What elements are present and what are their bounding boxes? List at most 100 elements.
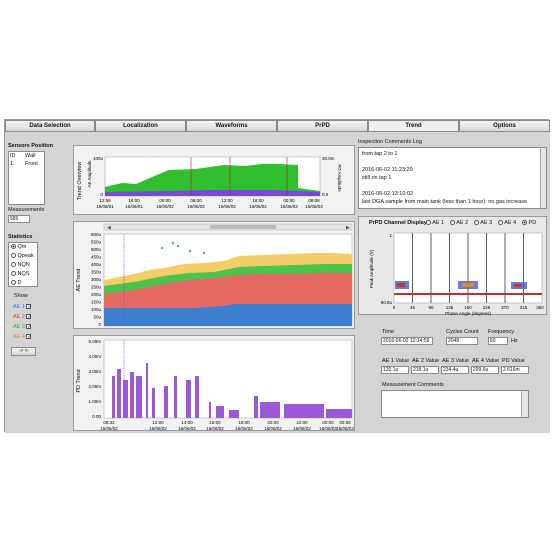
pd-bar-4 [130, 372, 134, 418]
show-ae3[interactable]: AE 3 ✓ [13, 324, 32, 330]
prpd-cluster-1-core [397, 283, 405, 287]
overview-right-tick-top: 30.0m [322, 156, 335, 161]
log-line-5: 2016-06-02 13:10:02 [362, 191, 414, 197]
prpd-chart[interactable]: Peak Amplitude (V) 1 90.8u 0 45 90 135 1… [359, 227, 548, 316]
ae-peak-3 [176, 244, 180, 248]
measurements-label: Measurements [8, 207, 45, 213]
radio-qpeak[interactable] [11, 253, 16, 259]
prpd-opt-pd-label: PD [528, 220, 537, 226]
zoom-nav-button[interactable]: -> <- [11, 347, 36, 356]
pd-ytick-4: 1.00m [88, 399, 101, 404]
radio-nqs[interactable] [11, 271, 16, 277]
radio-d[interactable] [11, 280, 16, 286]
checkbox-ae1[interactable]: ✓ [26, 304, 32, 310]
pd-x-tick-2-date: 16/06/02 [178, 426, 196, 431]
prpd-xtick-4: 180 [464, 305, 472, 310]
stat-label-nqs: NQS [17, 271, 30, 277]
show-ae1[interactable]: AE 1 ✓ [13, 304, 32, 310]
ae1-value-label: AE 1 Value [382, 358, 410, 364]
show-label: Show [14, 293, 28, 299]
log-line-3: still on tap 1 [362, 175, 392, 181]
overview-ylabel: Trend Overview [77, 162, 83, 201]
prpd-opt-ae1[interactable]: AE 1 [426, 220, 444, 226]
stat-option-qm[interactable]: Qm [11, 244, 26, 250]
pd-trend-panel: PD Trend 5.00m 4.00m 3.00m 2.00m 1.00m 0… [73, 335, 355, 431]
pd-x-tick-0-date: 16/06/02 [100, 426, 118, 431]
scroll-left-arrow-icon[interactable]: ◀ [107, 225, 111, 231]
comments-log-title: Inspection Comments Log [358, 139, 422, 145]
ae3-value-label: AE 3 Value [442, 358, 470, 364]
radio-qm[interactable] [11, 244, 16, 250]
stat-label-qpeak: Qpeak [17, 253, 34, 259]
checkbox-ae4[interactable]: ✓ [26, 334, 32, 340]
tab-prpd[interactable]: PrPD [277, 120, 368, 131]
show-ae2[interactable]: AE 2 ✓ [13, 314, 32, 320]
measurement-comments-scrollbar[interactable] [521, 391, 528, 417]
prpd-opt-ae3[interactable]: AE 3 [474, 220, 492, 226]
ae-ytick-4: 400u [91, 262, 102, 267]
stat-option-nqs[interactable]: NQS [11, 271, 29, 277]
prpd-radio-ae1[interactable] [426, 220, 431, 226]
frequency-value: 60 [488, 337, 508, 345]
sensors-position-title: Sensors Position [8, 143, 53, 149]
pd-x-tick-3-time: 16:00 [209, 420, 221, 425]
measurements-count: 585 [8, 215, 30, 223]
pd-bar-12 [209, 402, 211, 418]
pd-ytick-1: 4.00m [88, 354, 101, 359]
overview-x-ticks: 12:58 16/06/01 18:00 16/06/01 00:00 16/0… [96, 198, 323, 209]
pd-x-tick-8-date: 16/06/03 [336, 426, 354, 431]
pd-x-tick-2-time: 14:00 [181, 420, 193, 425]
prpd-opt-ae4[interactable]: AE 4 [498, 220, 516, 226]
tab-trend[interactable]: Trend [368, 120, 459, 131]
pd-bar-10 [186, 380, 191, 418]
prpd-xtick-2: 90 [428, 305, 434, 310]
overview-x-tick-1-time: 18:00 [128, 198, 140, 203]
checkbox-ae2[interactable]: ✓ [26, 314, 32, 320]
tab-options[interactable]: Options [459, 120, 550, 131]
show-ae4[interactable]: AE 4 ✓ [13, 334, 32, 340]
prpd-radio-pd[interactable] [522, 220, 527, 226]
checkbox-ae3[interactable]: ✓ [26, 324, 32, 330]
log-line-6: last DGA sample from main tank (less tha… [362, 199, 528, 205]
radio-nqn[interactable] [11, 262, 16, 268]
overview-right-axis: PD Amplitude [337, 164, 342, 192]
frequency-unit: Hz [511, 338, 518, 344]
overview-x-tick-2-time: 00:00 [159, 198, 171, 203]
overview-x-tick-6-date: 16/06/03 [280, 204, 298, 209]
prpd-opt-pd[interactable]: PD [522, 220, 536, 226]
overview-x-tick-2-date: 16/06/02 [156, 204, 174, 209]
sensors-table[interactable]: ID Wall 1. Front [8, 151, 45, 205]
stat-option-d[interactable]: D [11, 280, 22, 286]
tab-localization[interactable]: Localization [95, 120, 186, 131]
trend-overview-chart[interactable]: Trend Overview AE Amplitude PD Amplitude… [74, 146, 356, 216]
measurement-comments-box[interactable] [381, 390, 529, 418]
overview-x-tick-3-date: 16/06/02 [187, 204, 205, 209]
ae-ytick-0: 600u [91, 232, 102, 237]
ae3-value: 234.4u [441, 366, 469, 374]
prpd-xtick-1: 45 [410, 305, 416, 310]
pd-bar-16 [260, 402, 280, 418]
overview-left-axis: AE Amplitude [87, 160, 92, 188]
comments-log-box[interactable]: from tap 2 to 1 2016-06-02 11:23:29 stil… [358, 147, 547, 209]
prpd-radio-ae4[interactable] [498, 220, 503, 226]
pd-x-tick-3-date: 16/06/02 [206, 426, 224, 431]
ae2-value: 218.1u [411, 366, 439, 374]
ae-trend-scroll-thumb[interactable] [210, 225, 276, 229]
tab-data-selection[interactable]: Data Selection [5, 120, 95, 131]
prpd-radio-ae3[interactable] [474, 220, 479, 226]
stat-option-qpeak[interactable]: Qpeak [11, 253, 34, 259]
pd-bar-11 [195, 376, 199, 418]
overview-x-tick-0-date: 16/06/01 [96, 204, 114, 209]
prpd-opt-ae2[interactable]: AE 2 [450, 220, 468, 226]
ae-trend-chart[interactable]: ◀ ▶ AE Trend 600u 550u 500u 450u 400u 35… [74, 222, 356, 330]
pd-trend-chart[interactable]: PD Trend 5.00m 4.00m 3.00m 2.00m 1.00m 0… [74, 336, 356, 432]
stat-option-nqn[interactable]: NQN [11, 262, 30, 268]
overview-x-tick-4-time: 12:00 [221, 198, 233, 203]
ae-ytick-5: 350u [91, 270, 102, 275]
pd-x-tick-5-time: 20:00 [267, 420, 279, 425]
comments-log-scrollbar[interactable] [540, 148, 546, 208]
scroll-right-arrow-icon[interactable]: ▶ [346, 225, 350, 231]
prpd-y-bottom: 90.8u [381, 300, 393, 305]
prpd-radio-ae2[interactable] [450, 220, 455, 226]
tab-waveforms[interactable]: Waveforms [186, 120, 277, 131]
